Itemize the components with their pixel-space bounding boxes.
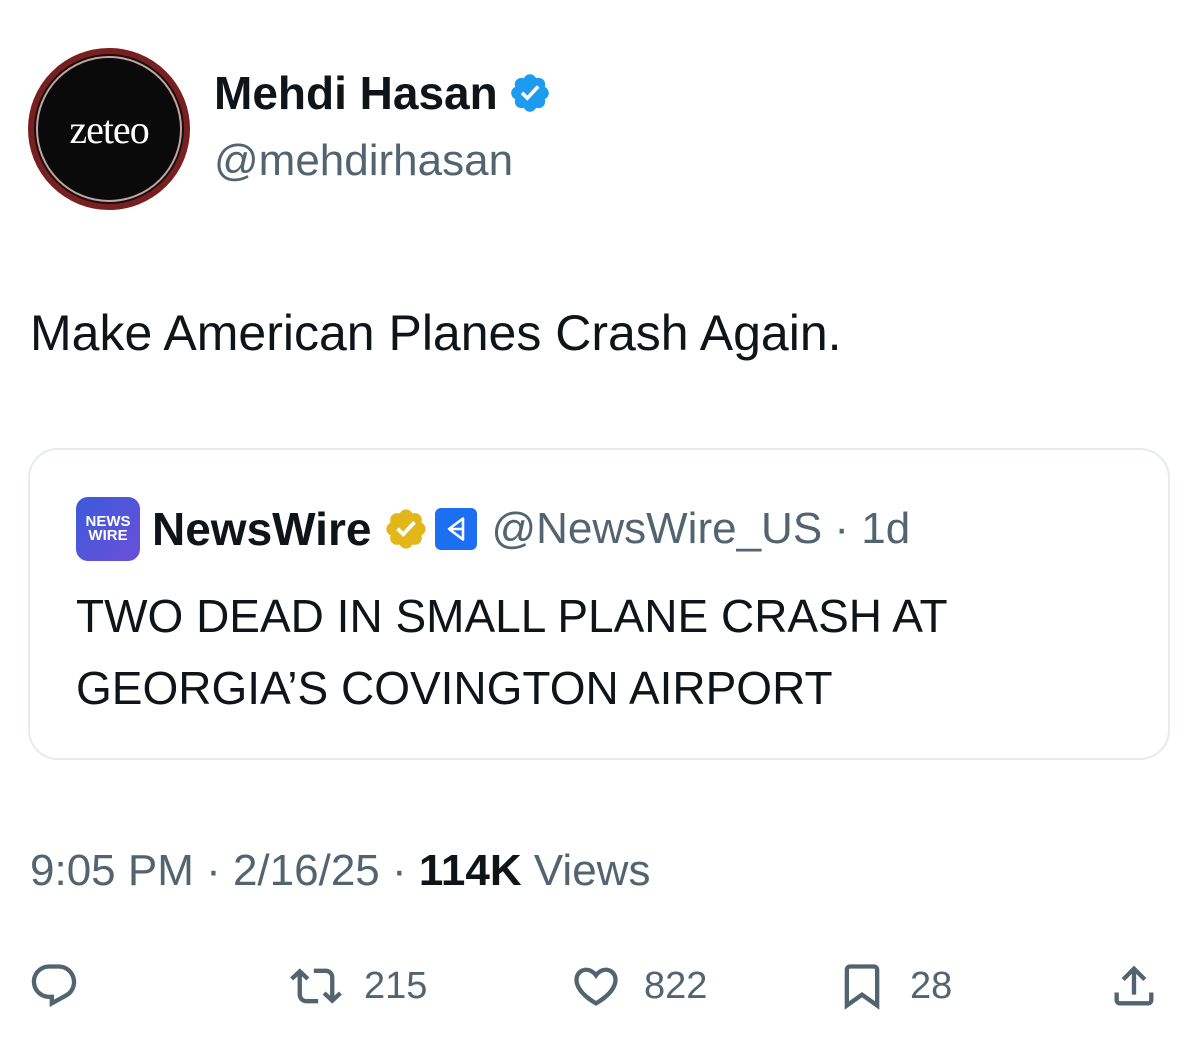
newswire-logo[interactable]: NEWS WIRE [76,497,140,561]
action-bar: 215 822 28 [0,958,1200,1018]
author-name-row[interactable]: Mehdi Hasan [214,66,552,120]
avatar-logo: zeteo [36,56,182,202]
reply-button[interactable] [28,958,80,1014]
like-button[interactable]: 822 [570,958,707,1014]
like-icon [574,967,618,1006]
retweet-button[interactable]: 215 [290,958,427,1014]
quoted-tweet-text: TWO DEAD IN SMALL PLANE CRASH AT GEORGIA… [76,590,947,714]
affiliate-badge-icon [435,508,478,550]
reply-icon [31,964,77,1008]
gold-verified-badge-icon [386,509,427,549]
quoted-tweet-header: NEWS WIRE NewsWire @NewsWire_US · 1d [76,497,910,561]
author-handle[interactable]: @mehdirhasan [214,136,513,186]
quoted-author-name[interactable]: NewsWire [152,502,371,556]
retweet-count: 215 [364,964,428,1007]
newswire-logo-line2: WIRE [88,527,128,544]
like-count: 822 [644,964,708,1007]
author-display-name[interactable]: Mehdi Hasan [214,66,498,120]
bookmark-count: 28 [910,964,953,1007]
avatar[interactable]: zeteo [28,48,190,210]
quoted-handle-time[interactable]: @NewsWire_US · 1d [491,504,910,554]
views-label: Views [521,846,651,895]
tweet-timestamp[interactable]: 9:05 PM · 2/16/25 · [30,846,419,895]
views-count: 114K [418,846,522,895]
retweet-icon [290,968,342,1004]
share-icon [1114,965,1154,1006]
bookmark-icon [844,964,880,1010]
quoted-tweet-card[interactable]: NEWS WIRE NewsWire @NewsWire_US · 1d TWO… [28,448,1170,760]
tweet-meta: 9:05 PM · 2/16/25 · 114K Views [30,846,650,896]
avatar-logo-text: zeteo [69,106,149,152]
bookmark-button[interactable]: 28 [836,958,952,1014]
verified-badge-icon [510,74,549,112]
tweet-text: Make American Planes Crash Again. [30,305,842,361]
share-button[interactable] [1108,958,1160,1014]
